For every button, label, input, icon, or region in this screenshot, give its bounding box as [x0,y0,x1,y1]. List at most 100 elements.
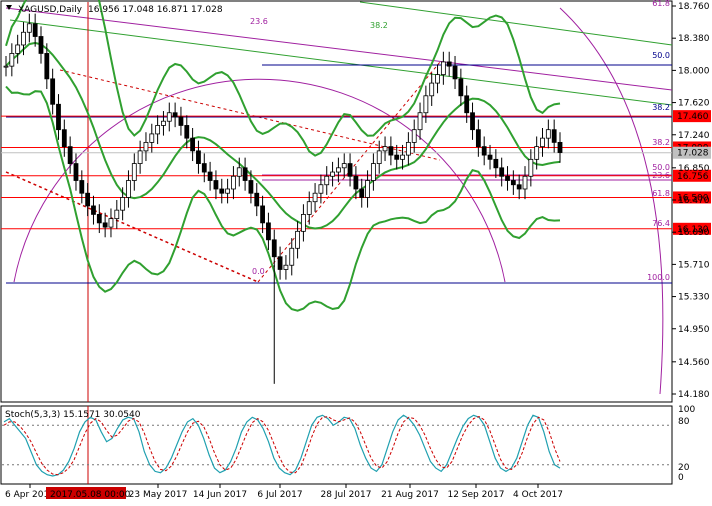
bar-body [108,218,114,228]
bar-body [551,129,557,143]
bar-body [388,146,394,156]
bar-body [446,61,452,67]
bar-body [400,154,405,160]
bar-body [260,205,265,224]
x-tick-label: 14 Jun 2017 [193,490,247,500]
fibo-level-label: 38.2 [652,103,670,112]
bar-body [190,137,196,152]
bar-body [528,158,534,177]
bar-body [289,247,295,266]
y-tick-label: 18.000 [678,66,710,76]
bar-body [481,146,487,156]
bar-body [166,112,172,122]
ohlc-header: 16.956 17.048 16.871 17.028 [88,5,223,15]
bar-body [120,197,126,211]
fibo-level-label: 50.0 [652,51,670,60]
bar-body [394,154,400,160]
bar-body [38,36,44,54]
bar-body [487,154,493,160]
bar-body [557,141,563,153]
fibo-level-label: 38.2 [652,138,670,147]
y-tick-label: 18.760 [678,2,710,12]
bar-body [126,180,131,198]
bar-body [534,146,540,160]
level-price-text: 17.460 [677,112,709,122]
y-tick-label: 16.470 [678,196,710,206]
bar-body [44,53,50,80]
bar-body [143,141,149,152]
bar-body [102,222,108,228]
stoch-axis-label: 100 [678,405,695,415]
stoch-header: Stoch(5,3,3) 15.1571 30.0540 [5,410,141,420]
bar-body [207,171,213,181]
x-tick-label: 28 Jul 2017 [321,490,372,500]
fibo-level-label: 100.0 [647,273,670,282]
bar-body [301,214,306,232]
bar-body [201,163,207,173]
fibo-level-label: 76.4 [652,219,670,228]
y-tick-label: 14.950 [678,325,710,335]
bar-body [505,175,510,181]
bar-body [50,78,56,105]
bar-body [475,129,481,148]
bar-body [131,163,137,181]
bar-body [231,175,236,190]
y-tick-label: 18.380 [678,34,710,44]
bar-body [196,150,201,164]
bar-body [248,180,254,194]
bar-body [359,188,365,198]
chart-window: 61.8 50.0 38.2 38.2 50.0 23.6 61.8 76.4 100.0 23.… [0,0,712,506]
bar-body [271,239,277,258]
x-tick-label: 23 May 2017 [129,490,188,500]
bar-body [79,180,85,194]
y-tick-label: 14.560 [678,358,710,368]
fibo-inner-label: 23.6 [250,17,268,26]
bar-body [254,192,260,207]
bar-body [545,129,551,139]
x-tick-label: 6 Jul 2017 [257,490,302,500]
bar-body [56,103,61,131]
bar-body [9,53,15,67]
bar-body [464,95,470,114]
main-plot-frame [0,0,673,403]
bar-body [330,171,335,177]
bar-body [452,65,458,80]
bar-body [347,163,353,177]
y-tick-label: 16.850 [678,164,710,174]
x-tick-label: 4 Oct 2017 [513,490,563,500]
bar-body [225,188,231,194]
bar-body [470,112,475,131]
bar-body [435,74,440,84]
bar-body [172,112,178,118]
bar-body [353,175,359,190]
y-tick-label: 17.240 [678,131,710,141]
fibo-inner-label: 38.2 [370,21,388,30]
bar-body [242,167,248,181]
bar-body [3,65,9,68]
stoch-axis-label: 20 [678,463,690,473]
level-price-text: 17.028 [677,149,709,159]
bar-body [458,78,464,97]
bar-body [184,125,190,139]
bar-body [161,120,166,126]
y-tick-label: 15.710 [678,260,710,270]
bar-body [423,95,429,114]
bar-body [178,116,184,126]
bar-body [61,129,67,148]
symbol-header: XAGUSD,Daily [18,5,83,15]
bar-body [370,163,376,181]
bar-body [277,256,283,270]
bar-body [114,209,120,220]
bar-body [516,184,522,190]
bar-body [213,180,219,190]
bar-body [365,180,370,198]
bar-body [266,222,271,241]
bar-body [493,158,499,169]
bar-body [26,23,32,33]
bar-body [96,214,102,224]
stoch-axis-label: 80 [678,417,690,427]
y-tick-label: 14.180 [678,390,710,400]
y-tick-label: 16.090 [678,228,710,238]
bar-body [236,167,242,177]
bar-body [382,146,388,152]
